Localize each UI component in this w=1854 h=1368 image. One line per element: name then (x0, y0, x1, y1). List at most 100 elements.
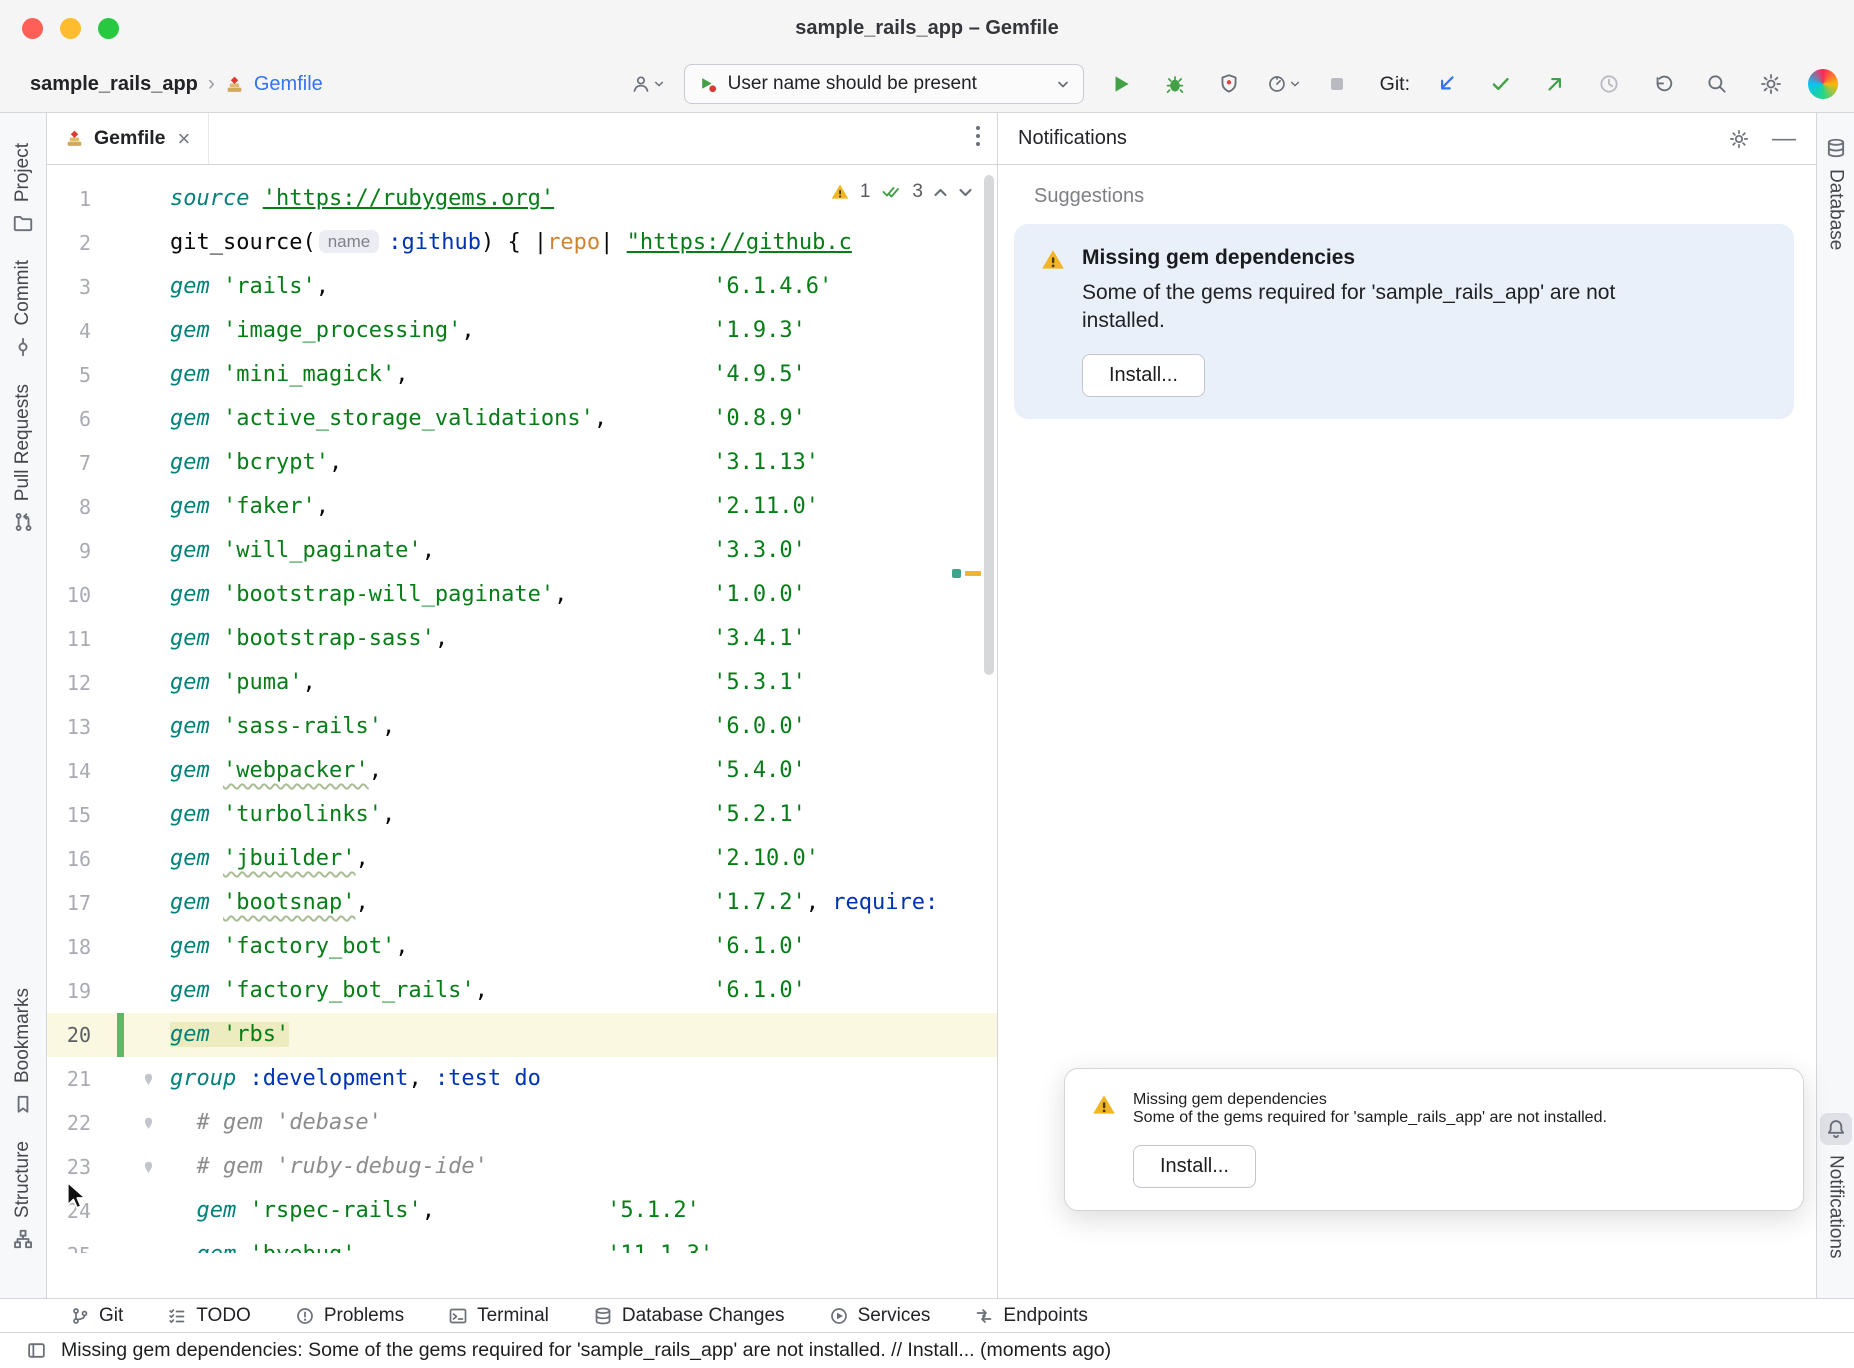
install-button[interactable]: Install... (1133, 1145, 1256, 1188)
line-number[interactable]: 5 (47, 363, 91, 387)
code-line[interactable]: 21group :development, :test do (47, 1057, 997, 1101)
install-button[interactable]: Install... (1082, 354, 1205, 397)
minimize-icon[interactable] (60, 18, 81, 39)
code-line[interactable]: 19gem 'factory_bot_rails', '6.1.0' (47, 969, 997, 1013)
code-line[interactable]: 18gem 'factory_bot', '6.1.0' (47, 925, 997, 969)
breadcrumb-file[interactable]: Gemfile (254, 73, 323, 96)
code-line[interactable]: 14gem 'webpacker', '5.4.0' (47, 749, 997, 793)
code-line[interactable]: 4gem 'image_processing', '1.9.3' (47, 309, 997, 353)
run-configuration-select[interactable]: User name should be present (684, 64, 1084, 104)
code-line[interactable]: 13gem 'sass-rails', '6.0.0' (47, 705, 997, 749)
git-push-button[interactable] (1538, 67, 1572, 101)
account-avatar[interactable] (1808, 69, 1838, 99)
code-line[interactable]: 15gem 'turbolinks', '5.2.1' (47, 793, 997, 837)
toolwindow-button-structure[interactable]: Structure (12, 1141, 34, 1250)
toolwindow-button-git[interactable]: Git (70, 1305, 123, 1327)
code-line[interactable]: 17gem 'bootsnap', '1.7.2', require: (47, 881, 997, 925)
tab-options-button[interactable] (959, 124, 997, 153)
line-number[interactable]: 10 (47, 583, 91, 607)
toolwindow-button-pull-requests[interactable]: Pull Requests (12, 384, 34, 533)
run-button[interactable] (1104, 67, 1138, 101)
code-line[interactable]: 20gem 'rbs' (47, 1013, 997, 1057)
line-number[interactable]: 9 (47, 539, 91, 563)
code-line[interactable]: 11gem 'bootstrap-sass', '3.4.1' (47, 617, 997, 661)
code-line[interactable]: 10gem 'bootstrap-will_paginate', '1.0.0' (47, 573, 997, 617)
status-message[interactable]: Missing gem dependencies: Some of the ge… (61, 1339, 1111, 1362)
code-editor[interactable]: 1source 'https://rubygems.org'2git_sourc… (47, 165, 997, 1253)
toolwindow-icon[interactable] (26, 1340, 47, 1361)
code-line[interactable]: 25 gem 'byebug', '11.1.3' (47, 1233, 997, 1253)
settings-button[interactable] (1754, 67, 1788, 101)
toolwindow-button-problems[interactable]: Problems (295, 1305, 404, 1327)
line-number[interactable]: 18 (47, 935, 91, 959)
toolwindow-button-bookmarks[interactable]: Bookmarks (12, 988, 34, 1115)
line-number[interactable]: 3 (47, 275, 91, 299)
line-number[interactable]: 25 (47, 1243, 91, 1253)
tab-gemfile[interactable]: Gemfile × (47, 113, 209, 164)
toolwindow-button-notifications[interactable]: Notifications (1820, 1113, 1852, 1259)
hide-panel-button[interactable]: — (1772, 127, 1796, 151)
project-name[interactable]: sample_rails_app (30, 73, 198, 96)
git-update-button[interactable] (1430, 67, 1464, 101)
line-number[interactable]: 23 (47, 1155, 91, 1179)
code-line[interactable]: 23 # gem 'ruby-debug-ide' (47, 1145, 997, 1189)
code-line[interactable]: 2git_source(name:github) { |repo| "https… (47, 221, 997, 265)
stop-button[interactable] (1320, 67, 1354, 101)
profiler-button[interactable] (1266, 67, 1300, 101)
code-line[interactable]: 8gem 'faker', '2.11.0' (47, 485, 997, 529)
line-number[interactable]: 13 (47, 715, 91, 739)
search-button[interactable] (1700, 67, 1734, 101)
line-number[interactable]: 20 (47, 1023, 91, 1047)
line-number[interactable]: 19 (47, 979, 91, 1003)
toolwindow-button-endpoints[interactable]: Endpoints (974, 1305, 1088, 1327)
warning-count[interactable]: 1 (860, 181, 871, 203)
code-line[interactable]: 12gem 'puma', '5.3.1' (47, 661, 997, 705)
line-number[interactable]: 1 (47, 187, 91, 211)
history-button[interactable] (1592, 67, 1626, 101)
passed-count[interactable]: 3 (912, 181, 923, 203)
code-line[interactable]: 3gem 'rails', '6.1.4.6' (47, 265, 997, 309)
line-number[interactable]: 6 (47, 407, 91, 431)
line-number[interactable]: 7 (47, 451, 91, 475)
git-push-icon (1543, 72, 1567, 96)
zoom-icon[interactable] (98, 18, 119, 39)
line-number[interactable]: 14 (47, 759, 91, 783)
toolwindow-button-project[interactable]: Project (12, 143, 34, 234)
line-number[interactable]: 8 (47, 495, 91, 519)
coverage-button[interactable] (1212, 67, 1246, 101)
line-number[interactable]: 11 (47, 627, 91, 651)
scrollbar-stripe-mark[interactable] (965, 571, 981, 576)
code-line[interactable]: 16gem 'jbuilder', '2.10.0' (47, 837, 997, 881)
line-number[interactable]: 22 (47, 1111, 91, 1135)
scrollbar-stripe-mark[interactable] (952, 569, 961, 578)
toolwindow-button-services[interactable]: Services (829, 1305, 931, 1327)
line-number[interactable]: 16 (47, 847, 91, 871)
chevron-up-icon[interactable] (933, 187, 948, 198)
toolwindow-button-database-changes[interactable]: Database Changes (593, 1305, 785, 1327)
chevron-down-icon[interactable] (958, 187, 973, 198)
line-number[interactable]: 2 (47, 231, 91, 255)
line-number[interactable]: 15 (47, 803, 91, 827)
git-commit-button[interactable] (1484, 67, 1518, 101)
toolwindow-button-terminal[interactable]: Terminal (448, 1305, 549, 1327)
line-number[interactable]: 12 (47, 671, 91, 695)
close-tab-icon[interactable]: × (178, 128, 191, 150)
code-line[interactable]: 9gem 'will_paginate', '3.3.0' (47, 529, 997, 573)
editor-scrollbar[interactable] (984, 175, 994, 675)
rollback-button[interactable] (1646, 67, 1680, 101)
code-line[interactable]: 7gem 'bcrypt', '3.1.13' (47, 441, 997, 485)
notifications-settings-button[interactable] (1722, 122, 1756, 156)
line-number[interactable]: 21 (47, 1067, 91, 1091)
toolwindow-button-todo[interactable]: TODO (167, 1305, 251, 1327)
line-number[interactable]: 4 (47, 319, 91, 343)
debug-button[interactable] (1158, 67, 1192, 101)
line-number[interactable]: 17 (47, 891, 91, 915)
code-line[interactable]: 22 # gem 'debase' (47, 1101, 997, 1145)
close-icon[interactable] (22, 18, 43, 39)
toolwindow-button-database[interactable]: Database (1825, 137, 1847, 250)
toolwindow-button-commit[interactable]: Commit (12, 260, 34, 357)
code-line[interactable]: 5gem 'mini_magick', '4.9.5' (47, 353, 997, 397)
user-button[interactable] (630, 67, 664, 101)
code-line[interactable]: 6gem 'active_storage_validations', '0.8.… (47, 397, 997, 441)
code-line[interactable]: 24 gem 'rspec-rails', '5.1.2' (47, 1189, 997, 1233)
